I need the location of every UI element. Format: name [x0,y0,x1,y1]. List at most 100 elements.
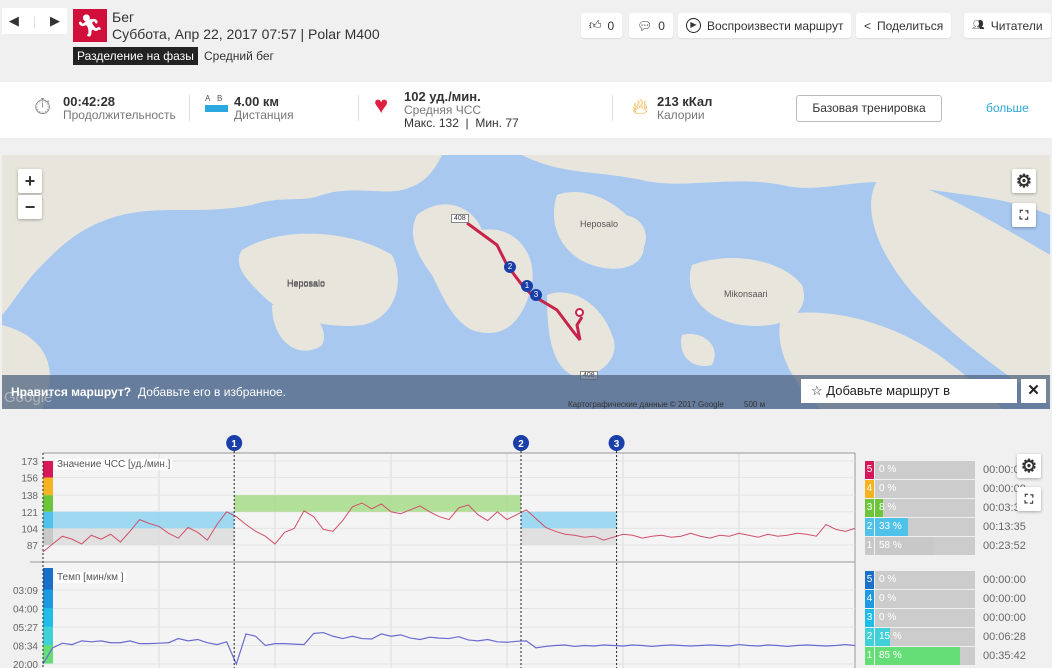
zone-percent: 33 % [879,521,902,532]
prev-activity-button[interactable]: ◀ [9,13,19,29]
zone-bar: 58 % [875,537,975,555]
zone-number: 1 [865,537,874,555]
zone-percent: 58 % [879,540,902,551]
followers-label: Читатели [990,18,1043,33]
flame-icon: 🔥︎ [632,94,649,119]
zone-number: 1 [865,647,874,665]
zone-percent: 8 % [879,502,897,513]
comment-button[interactable]: 💬︎ 0 [629,13,673,38]
like-button[interactable]: 👍︎ 0 [581,13,623,38]
map-fullscreen-icon[interactable]: ⛶ [1012,203,1036,227]
people-icon: 👥︎ [972,20,985,31]
running-icon: 🏃︎ [73,9,107,42]
like-count: 0 [607,18,615,33]
zone-row-3: 38 % 00:03:35 [865,499,1026,517]
zone-row-2: 2 33 % 00:13:35 [865,518,1026,536]
favorite-banner: Нравится маршрут? Добавьте его в избранн… [2,375,1050,409]
add-favorite-button[interactable]: ☆ Добавьте маршрут в избранное [801,379,1017,409]
hr-zone-strip [43,511,53,529]
hr-pace-chart[interactable]: 173 156 138 121 104 87 03:09 04:00 05:27 08:34 20:… [0,430,1052,668]
star-icon: ☆ [811,383,823,398]
calories-stat: 213 кКал Калории [657,94,712,122]
hr-zone-table: 50 % 00:00:00 4 0 % 00:00:00 3 8 % 00:03:35 2 33 … [865,461,1026,556]
pace-zone-strip [43,608,53,627]
more-link[interactable]: больше [986,101,1029,115]
pace-tick-label: 08:34 [13,642,38,653]
hr-tick-label: 156 [21,474,38,485]
play-icon: ▶ [686,18,701,33]
zone-bar: 33 % [875,518,975,536]
zone-number: 3 [865,499,874,517]
comment-count: 0 [658,18,665,33]
hr-tick-label: 87 [27,541,39,552]
zoom-in-button[interactable]: + [18,169,42,193]
zone-row-4: 40 % 00:00:00 [865,480,1026,498]
zone-percent: 0 % [879,574,897,585]
zone-percent: 0 % [879,483,897,494]
zone-bar: 0 % [875,461,975,479]
zone-time: 00:13:35 [983,521,1026,533]
map-label-heposalo-east: Heposalo [580,219,619,229]
zone-percent: 0 % [879,612,897,623]
pace-tick-label: 05:27 [13,623,38,634]
training-benefit-button[interactable]: Базовая тренировка [796,95,942,122]
zone-bar: 0 % [875,571,975,589]
chart-fullscreen-icon[interactable]: ⛶ [1017,487,1041,511]
zone-number: 3 [865,609,874,627]
hr-target-zone-band [520,511,617,529]
summary-stats: ⏱︎ 00:42:28 Продолжительность A B 4.00 км… [0,82,1052,138]
hr-zone-strip [43,495,53,512]
pace-tick-label: 03:09 [13,586,38,597]
lap-marker-2[interactable]: 2 [504,261,516,273]
pace-zone-table: 50 % 00:00:00 4 0 % 00:00:00 3 0 % 00:00:00 2 15 … [865,571,1026,666]
followers-button[interactable]: 👥︎ Читатели [964,13,1051,38]
hr-tick-label: 138 [21,491,38,502]
pace-zone-strip [43,589,53,608]
next-activity-button[interactable]: ▶ [50,13,60,29]
zone-time: 00:06:28 [983,631,1026,643]
hr-zone-strip [43,461,53,478]
thumbs-up-icon: 👍︎ [589,18,602,32]
zone-bar: 85 % [875,647,975,665]
stopwatch-icon: ⏱︎ [34,94,52,119]
plot-background [43,453,855,668]
route-map[interactable]: Heposalo Heposalo Heposalo Mikonsaari 40… [2,155,1050,409]
activity-datetime: Суббота, Апр 22, 2017 07:57 | Polar M400 [112,26,380,42]
share-button[interactable]: < Поделиться [856,13,952,38]
start-marker-icon [575,308,584,317]
google-logo: Google [4,389,53,406]
hr-tick-label: 104 [21,524,38,535]
hr-tick-label: 173 [21,457,38,468]
hr-series-label: Значение ЧСС [уд./мин.] [55,459,173,470]
pace-zone-strip [43,626,53,645]
chart-settings-gear-icon[interactable]: ⚙ [1017,454,1041,478]
zone-row-2: 2 15 % 00:06:28 [865,628,1026,646]
zone-number: 5 [865,461,874,479]
lap-marker-3[interactable]: 3 [530,289,542,301]
zone-percent: 0 % [879,464,897,475]
hr-minmax: Макс. 132 | Мин. 77 [404,116,519,130]
zoom-out-button[interactable]: − [18,195,42,219]
heart-rate-stat: 102 уд./мин. Средняя ЧСС Макс. 132 | Мин. … [404,89,519,130]
map-label-mikonsaari: Mikonsaari [724,289,768,299]
zone-number: 5 [865,571,874,589]
add-favorite-label: Добавьте маршрут в избранное [811,383,951,409]
zone-bar: 8 % [875,499,975,517]
map-settings-gear-icon[interactable]: ⚙ [1012,169,1036,193]
distance-label: Дистанция [234,108,294,122]
zone-number: 2 [865,518,874,536]
hr-value: 102 уд./мин. [404,89,481,104]
zone-row-5: 50 % 00:00:00 [865,461,1026,479]
hr-tick-label: 121 [21,508,38,519]
pace-tick-label: 20:00 [13,660,38,668]
zone-number: 4 [865,480,874,498]
replay-route-button[interactable]: ▶ Воспроизвести маршрут [678,13,852,38]
hr-target-zone-band [520,528,617,545]
heart-icon: ♥ [374,92,389,119]
close-banner-button[interactable]: ✕ [1021,379,1046,403]
phase-name: Средний бег [204,49,274,63]
zone-time: 00:00:00 [983,574,1026,586]
zone-percent: 85 % [879,650,902,661]
pace-tick-label: 04:00 [13,605,38,616]
zone-time: 00:35:42 [983,650,1026,662]
